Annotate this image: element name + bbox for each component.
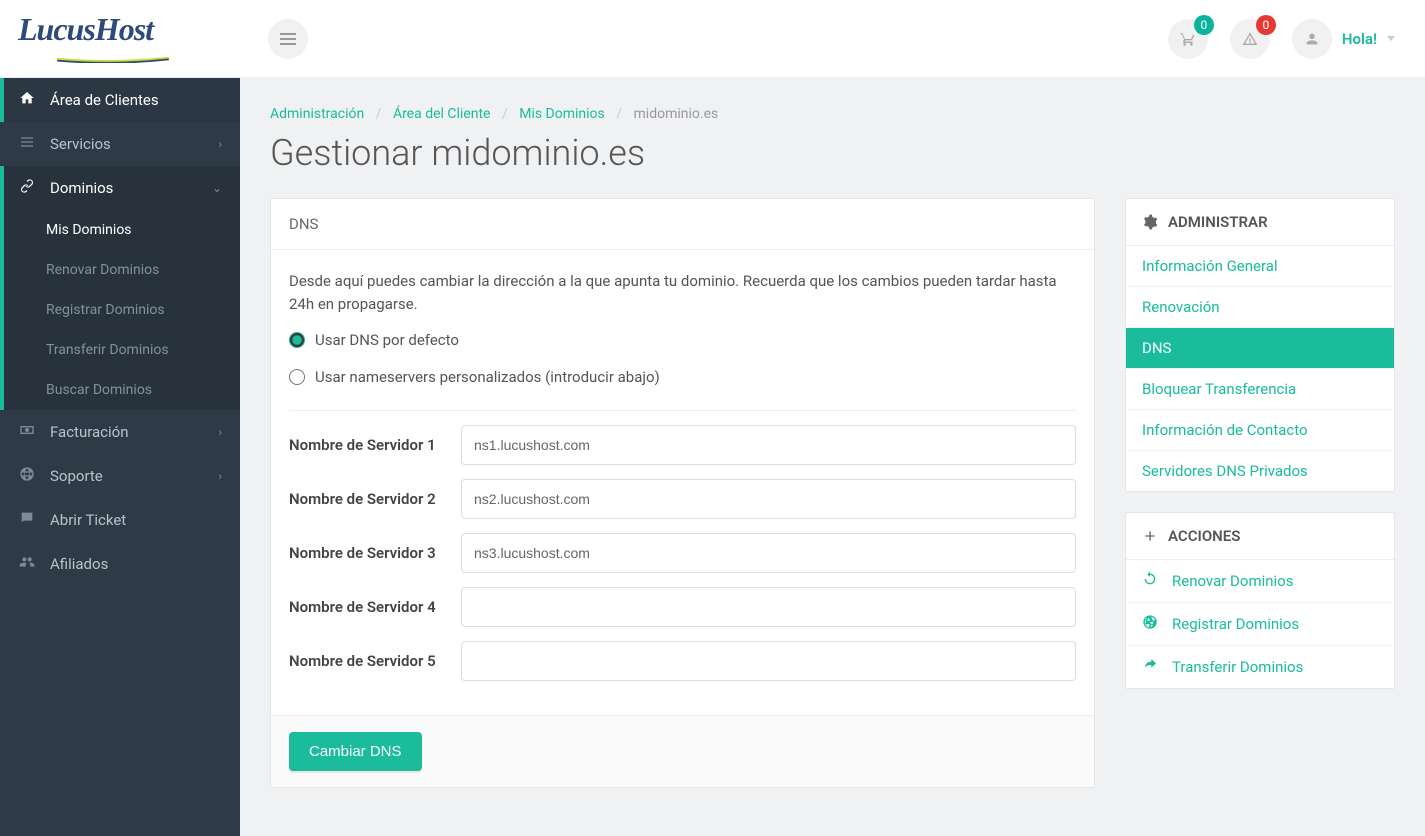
- admin-item-dns[interactable]: DNS: [1126, 328, 1394, 369]
- sidebar-item-servicios[interactable]: Servicios ›: [0, 122, 240, 166]
- ns3-input[interactable]: [461, 533, 1076, 573]
- hamburger-icon: [280, 33, 296, 45]
- sidebar-item-label: Dominios: [50, 179, 113, 197]
- sidebar-item-label: Afiliados: [50, 555, 108, 573]
- radio-custom-dns[interactable]: [289, 369, 305, 385]
- chevron-right-icon: ›: [218, 425, 222, 439]
- cart-badge: 0: [1194, 15, 1214, 35]
- logo-swoosh-icon: [18, 57, 208, 63]
- radio-default-dns[interactable]: [289, 332, 305, 348]
- dns-card: DNS Desde aquí puedes cambiar la direcci…: [270, 198, 1095, 788]
- sidebar-subitem-buscar-dominios[interactable]: Buscar Dominios: [4, 370, 240, 410]
- chevron-down-icon: [1387, 36, 1395, 41]
- globe-icon: [18, 466, 36, 486]
- ns5-label: Nombre de Servidor 5: [289, 650, 449, 673]
- sidebar-item-label: Área de Clientes: [50, 91, 159, 109]
- gear-icon: [1142, 214, 1158, 230]
- ns5-input[interactable]: [461, 641, 1076, 681]
- sidebar-item-abrir-ticket[interactable]: Abrir Ticket: [0, 498, 240, 542]
- admin-item-info-general[interactable]: Información General: [1126, 246, 1394, 287]
- cart-button[interactable]: 0: [1168, 19, 1208, 59]
- breadcrumb-current: midominio.es: [634, 106, 719, 122]
- sidebar-item-label: Abrir Ticket: [50, 511, 126, 529]
- users-icon: [18, 554, 36, 574]
- home-icon: [18, 90, 36, 110]
- ns2-input[interactable]: [461, 479, 1076, 519]
- sidebar-item-facturacion[interactable]: Facturación ›: [0, 410, 240, 454]
- divider: [289, 410, 1076, 411]
- radio-default-dns-label: Usar DNS por defecto: [315, 329, 459, 352]
- action-transferir-dominios[interactable]: Transferir Dominios: [1126, 646, 1394, 688]
- submit-dns-button[interactable]: Cambiar DNS: [289, 732, 422, 771]
- breadcrumb: Administración / Área del Cliente / Mis …: [270, 106, 1395, 122]
- sidebar-item-label: Servicios: [50, 135, 111, 153]
- sidebar-group-dominios: Dominios ⌄ Mis Dominios Renovar Dominios…: [0, 166, 240, 410]
- breadcrumb-mis-dominios[interactable]: Mis Dominios: [519, 106, 605, 122]
- refresh-icon: [1142, 571, 1160, 591]
- user-icon: [1304, 31, 1320, 47]
- logo-text: LucusHost: [18, 11, 208, 48]
- breadcrumb-area-cliente[interactable]: Área del Cliente: [393, 106, 491, 122]
- globe-icon: [1142, 614, 1160, 634]
- actions-panel-header: ACCIONES: [1126, 513, 1394, 560]
- chevron-right-icon: ›: [218, 137, 222, 151]
- sidebar-item-label: Facturación: [50, 423, 129, 441]
- share-icon: [1142, 657, 1160, 677]
- ns1-label: Nombre de Servidor 1: [289, 434, 449, 457]
- action-renovar-dominios[interactable]: Renovar Dominios: [1126, 560, 1394, 603]
- plus-icon: [1142, 528, 1158, 544]
- ns4-label: Nombre de Servidor 4: [289, 596, 449, 619]
- sidebar-subitem-transferir-dominios[interactable]: Transferir Dominios: [4, 330, 240, 370]
- dns-description: Desde aquí puedes cambiar la dirección a…: [289, 270, 1076, 315]
- admin-item-info-contacto[interactable]: Información de Contacto: [1126, 410, 1394, 451]
- ns2-label: Nombre de Servidor 2: [289, 488, 449, 511]
- action-registrar-dominios[interactable]: Registrar Dominios: [1126, 603, 1394, 646]
- sidebar-item-dominios[interactable]: Dominios ⌄: [4, 166, 240, 210]
- radio-custom-dns-label: Usar nameservers personalizados (introdu…: [315, 366, 660, 389]
- sidebar-subitem-registrar-dominios[interactable]: Registrar Dominios: [4, 290, 240, 330]
- user-menu[interactable]: Hola!: [1292, 19, 1395, 59]
- topbar: LucusHost 0 0 Hola!: [0, 0, 1425, 78]
- sidebar-item-area-clientes[interactable]: Área de Clientes: [0, 78, 240, 122]
- sidebar: Área de Clientes Servicios › Dominios ⌄ …: [0, 78, 240, 836]
- alerts-badge: 0: [1256, 15, 1276, 35]
- link-icon: [18, 178, 36, 198]
- chat-icon: [18, 510, 36, 530]
- alerts-button[interactable]: 0: [1230, 19, 1270, 59]
- sidebar-item-label: Soporte: [50, 467, 103, 485]
- ns4-input[interactable]: [461, 587, 1076, 627]
- money-icon: [18, 422, 36, 442]
- chevron-right-icon: ›: [218, 469, 222, 483]
- warning-icon: [1242, 31, 1258, 47]
- cart-icon: [1180, 31, 1196, 47]
- admin-panel: ADMINISTRAR Información General Renovaci…: [1125, 198, 1395, 492]
- admin-item-servidores-dns-privados[interactable]: Servidores DNS Privados: [1126, 451, 1394, 491]
- admin-item-bloquear-transferencia[interactable]: Bloquear Transferencia: [1126, 369, 1394, 410]
- breadcrumb-administracion[interactable]: Administración: [270, 106, 364, 122]
- sidebar-subitem-renovar-dominios[interactable]: Renovar Dominios: [4, 250, 240, 290]
- sidebar-item-afiliados[interactable]: Afiliados: [0, 542, 240, 586]
- list-icon: [18, 134, 36, 154]
- page-title: Gestionar midominio.es: [270, 132, 1395, 174]
- admin-item-renovacion[interactable]: Renovación: [1126, 287, 1394, 328]
- logo[interactable]: LucusHost: [0, 11, 240, 67]
- menu-toggle-button[interactable]: [268, 19, 308, 59]
- admin-panel-header: ADMINISTRAR: [1126, 199, 1394, 246]
- ns3-label: Nombre de Servidor 3: [289, 542, 449, 565]
- greeting-text: Hola!: [1342, 30, 1377, 48]
- chevron-down-icon: ⌄: [212, 181, 222, 195]
- ns1-input[interactable]: [461, 425, 1076, 465]
- actions-panel: ACCIONES Renovar Dominios Registrar Domi…: [1125, 512, 1395, 689]
- sidebar-subitem-mis-dominios[interactable]: Mis Dominios: [4, 210, 240, 250]
- dns-card-title: DNS: [271, 199, 1094, 250]
- sidebar-item-soporte[interactable]: Soporte ›: [0, 454, 240, 498]
- avatar: [1292, 19, 1332, 59]
